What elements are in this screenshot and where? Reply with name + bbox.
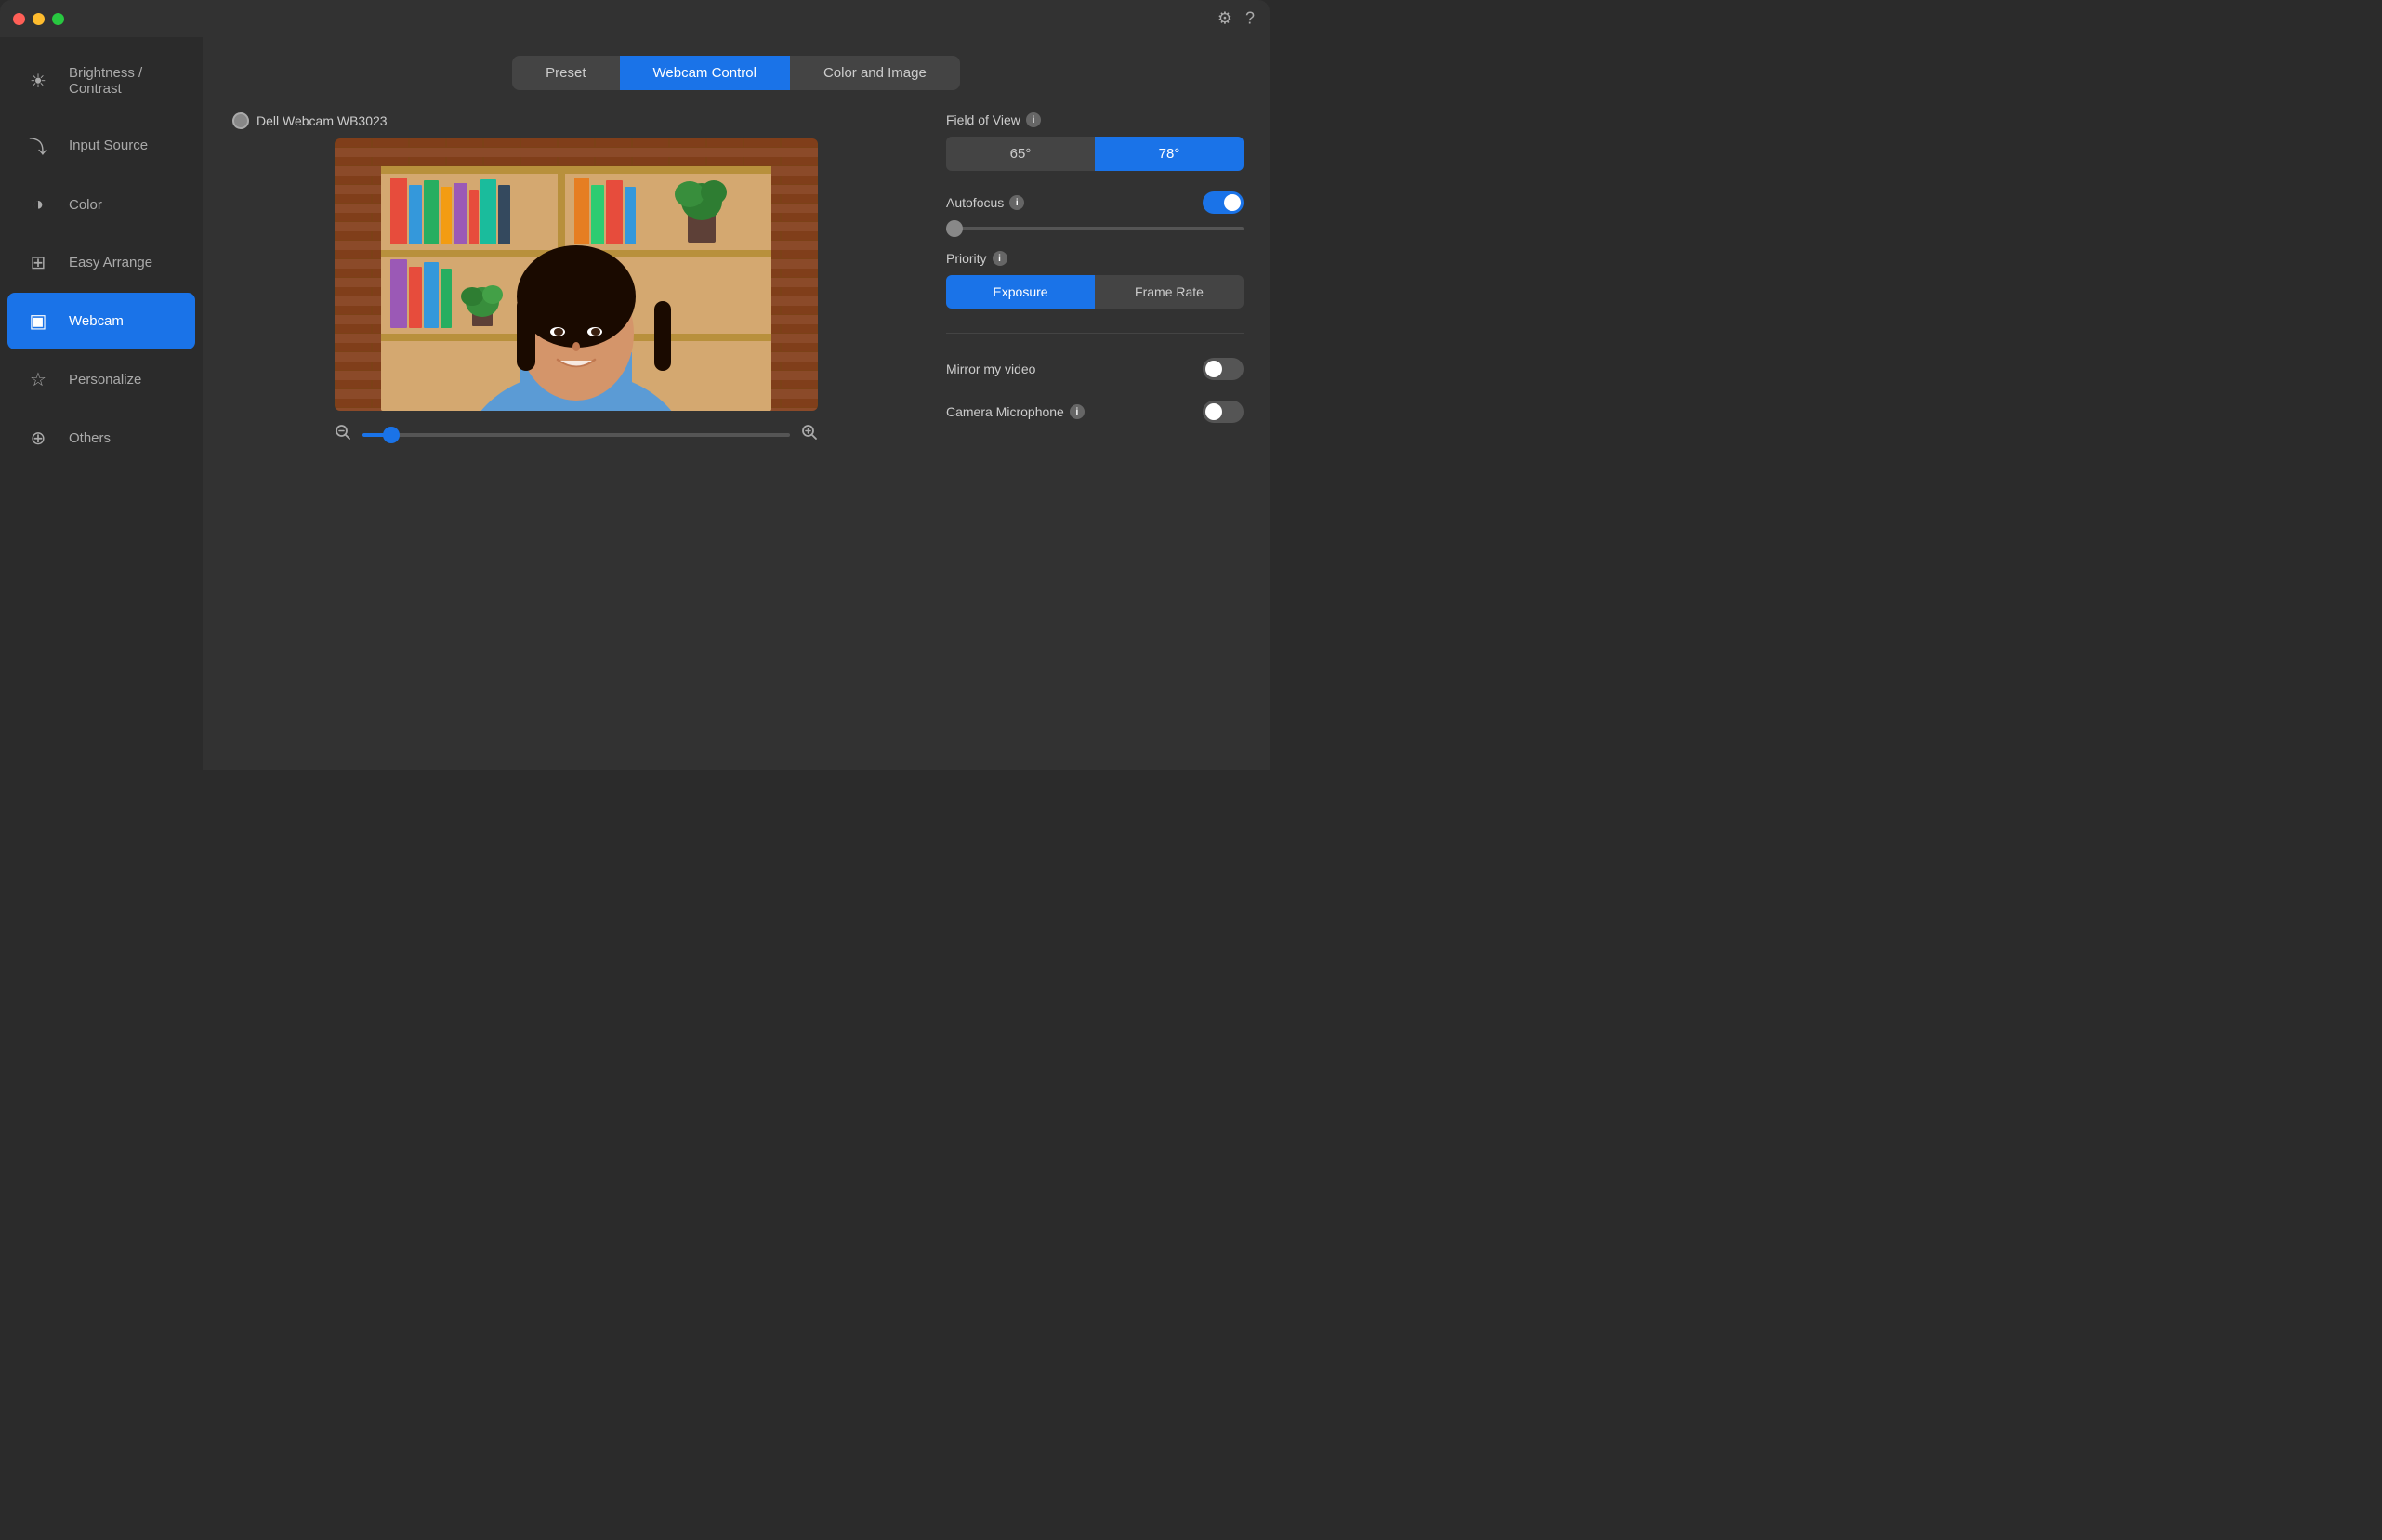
autofocus-row: Autofocus i — [946, 191, 1244, 214]
autofocus-section: Autofocus i — [946, 191, 1244, 230]
webcam-preview — [335, 138, 818, 411]
fov-78-button[interactable]: 78° — [1095, 137, 1244, 171]
priority-label-text: Priority — [946, 251, 987, 266]
sidebar-icon-color: ◑ — [26, 194, 50, 216]
sidebar-item-brightness-contrast[interactable]: ☀ Brightness / Contrast — [7, 48, 195, 113]
sidebar-icon-easy-arrange: ⊞ — [26, 251, 50, 274]
sidebar-icon-input-source: ⤵ — [26, 132, 50, 159]
mirror-video-label-text: Mirror my video — [946, 362, 1035, 376]
sidebar-icon-personalize: ☆ — [26, 368, 50, 391]
mirror-video-toggle[interactable] — [1203, 358, 1244, 380]
priority-framerate-button[interactable]: Frame Rate — [1095, 275, 1244, 309]
camera-mic-label-text: Camera Microphone — [946, 404, 1064, 419]
tab-bar: Preset Webcam Control Color and Image — [229, 56, 1244, 90]
divider-1 — [946, 333, 1244, 334]
webcam-device-label: Dell Webcam WB3023 — [229, 112, 388, 129]
camera-mic-label: Camera Microphone i — [946, 404, 1085, 419]
traffic-lights — [13, 13, 64, 25]
camera-mic-track — [1203, 401, 1244, 423]
fov-65-button[interactable]: 65° — [946, 137, 1095, 171]
fov-buttons: 65° 78° — [946, 137, 1244, 171]
main-content: Preset Webcam Control Color and Image De… — [203, 37, 1270, 770]
content-area: Dell Webcam WB3023 — [229, 112, 1244, 751]
fov-section: Field of View i 65° 78° — [946, 112, 1244, 171]
maximize-button[interactable] — [52, 13, 64, 25]
sidebar-item-color[interactable]: ◑ Color — [7, 178, 195, 232]
sidebar-label-easy-arrange: Easy Arrange — [69, 255, 152, 270]
sidebar-icon-webcam: ▣ — [26, 309, 50, 333]
autofocus-toggle-track — [1203, 191, 1244, 214]
app-body: ☀ Brightness / Contrast ⤵ Input Source ◑… — [0, 37, 1270, 770]
autofocus-label-text: Autofocus — [946, 195, 1004, 210]
camera-mic-toggle[interactable] — [1203, 401, 1244, 423]
sidebar-label-personalize: Personalize — [69, 372, 141, 388]
sidebar-item-easy-arrange[interactable]: ⊞ Easy Arrange — [7, 234, 195, 291]
autofocus-slider[interactable] — [946, 227, 1244, 230]
camera-mic-row: Camera Microphone i — [946, 401, 1244, 423]
autofocus-label: Autofocus i — [946, 195, 1024, 210]
sidebar-label-brightness-contrast: Brightness / Contrast — [69, 65, 177, 97]
help-icon[interactable]: ? — [1245, 9, 1255, 29]
fov-label: Field of View i — [946, 112, 1244, 127]
autofocus-toggle[interactable] — [1203, 191, 1244, 214]
sidebar-label-others: Others — [69, 430, 111, 446]
mirror-video-label: Mirror my video — [946, 362, 1035, 376]
right-panel: Field of View i 65° 78° Autofocus i — [946, 112, 1244, 751]
zoom-slider-row — [335, 424, 818, 445]
titlebar: ⚙ ? — [0, 0, 1270, 37]
sidebar: ☀ Brightness / Contrast ⤵ Input Source ◑… — [0, 37, 203, 770]
zoom-in-icon — [801, 424, 818, 445]
camera-mic-thumb — [1205, 403, 1222, 420]
sidebar-item-personalize[interactable]: ☆ Personalize — [7, 351, 195, 408]
mirror-video-row: Mirror my video — [946, 358, 1244, 380]
mirror-video-track — [1203, 358, 1244, 380]
priority-buttons: Exposure Frame Rate — [946, 275, 1244, 309]
sidebar-icon-others: ⊕ — [26, 427, 50, 450]
priority-label: Priority i — [946, 251, 1244, 266]
sidebar-item-others[interactable]: ⊕ Others — [7, 410, 195, 467]
titlebar-actions: ⚙ ? — [1217, 9, 1255, 29]
tab-color-and-image[interactable]: Color and Image — [790, 56, 960, 90]
mirror-video-thumb — [1205, 361, 1222, 377]
sidebar-item-webcam[interactable]: ▣ Webcam — [7, 293, 195, 349]
autofocus-info-icon[interactable]: i — [1009, 195, 1024, 210]
tab-webcam-control[interactable]: Webcam Control — [620, 56, 790, 90]
minimize-button[interactable] — [33, 13, 45, 25]
autofocus-toggle-thumb — [1224, 194, 1241, 211]
tab-preset[interactable]: Preset — [512, 56, 619, 90]
webcam-device-name: Dell Webcam WB3023 — [257, 113, 388, 128]
settings-icon[interactable]: ⚙ — [1217, 9, 1232, 29]
webcam-area: Dell Webcam WB3023 — [229, 112, 924, 751]
webcam-status-dot — [232, 112, 249, 129]
fov-label-text: Field of View — [946, 112, 1020, 127]
webcam-image — [335, 138, 818, 411]
sidebar-label-webcam: Webcam — [69, 313, 124, 329]
sidebar-item-input-source[interactable]: ⤵ Input Source — [7, 115, 195, 176]
camera-mic-info-icon[interactable]: i — [1070, 404, 1085, 419]
sidebar-icon-brightness-contrast: ☀ — [26, 70, 50, 93]
zoom-slider[interactable] — [362, 433, 790, 437]
priority-section: Priority i Exposure Frame Rate — [946, 251, 1244, 309]
zoom-out-icon — [335, 424, 351, 445]
priority-exposure-button[interactable]: Exposure — [946, 275, 1095, 309]
sidebar-label-input-source: Input Source — [69, 138, 148, 153]
priority-info-icon[interactable]: i — [993, 251, 1007, 266]
close-button[interactable] — [13, 13, 25, 25]
sidebar-label-color: Color — [69, 197, 102, 213]
fov-info-icon[interactable]: i — [1026, 112, 1041, 127]
